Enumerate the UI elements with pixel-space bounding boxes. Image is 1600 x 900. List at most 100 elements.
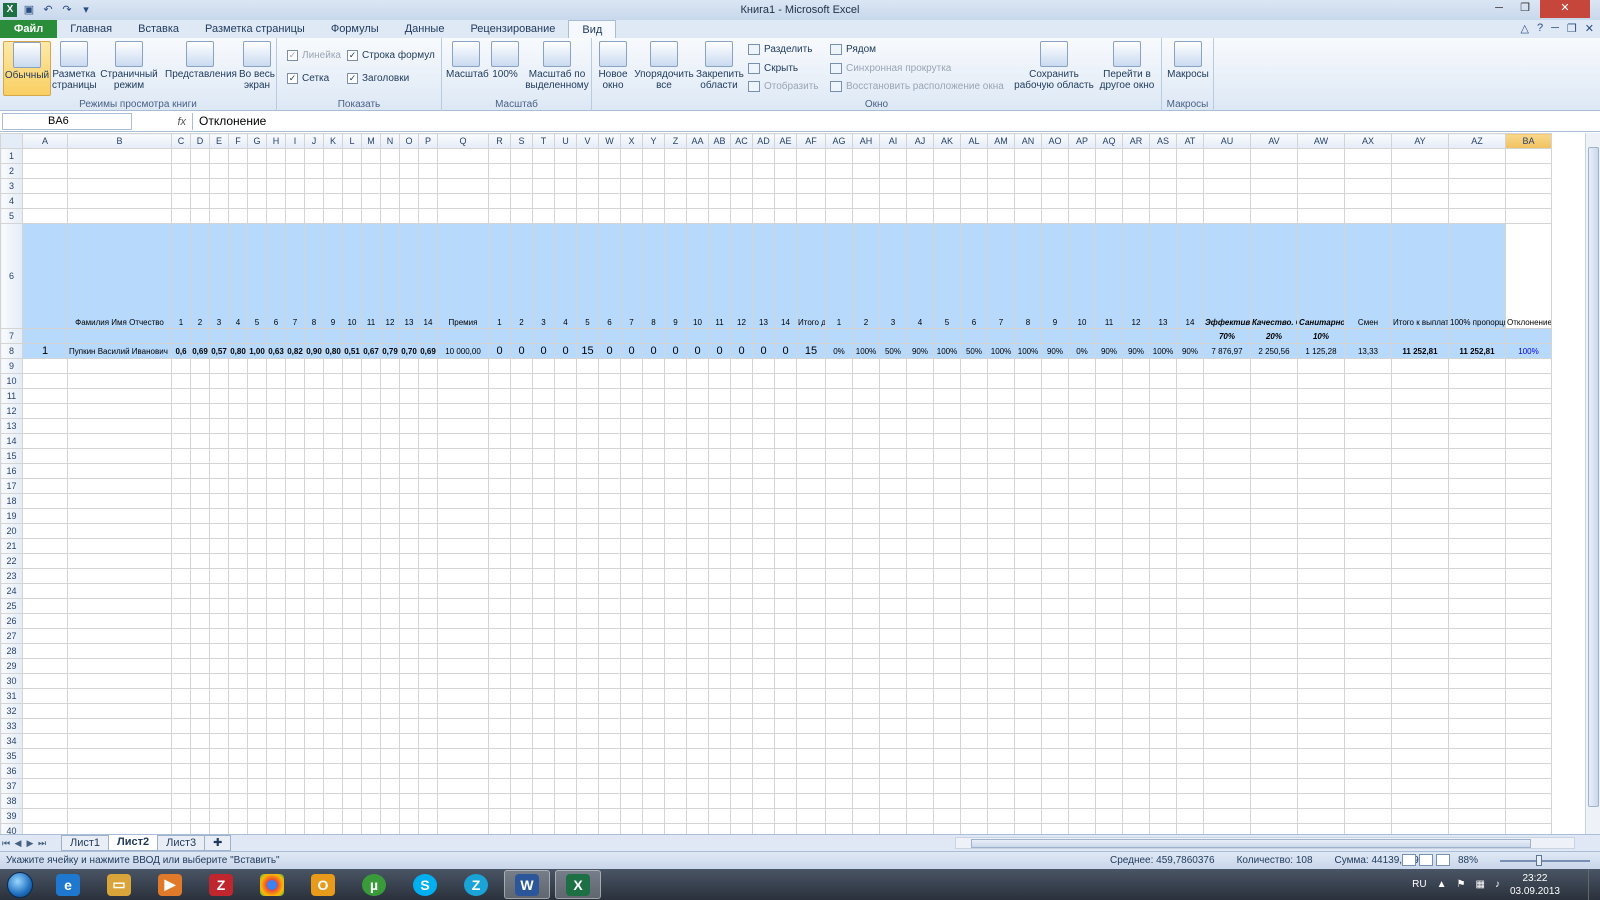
cell-AS4[interactable] <box>1149 193 1177 209</box>
cell-V5[interactable] <box>576 208 599 224</box>
cell-AH22[interactable] <box>852 553 880 569</box>
cell-S25[interactable] <box>510 598 533 614</box>
cell-AK28[interactable] <box>933 643 961 659</box>
cell-AM5[interactable] <box>987 208 1015 224</box>
cell-Z7[interactable] <box>664 328 687 344</box>
cell-AY13[interactable] <box>1391 418 1449 434</box>
cell-W22[interactable] <box>598 553 621 569</box>
cell-H25[interactable] <box>266 598 286 614</box>
cell-AE27[interactable] <box>774 628 797 644</box>
cell-AG7[interactable] <box>825 328 853 344</box>
cell-W21[interactable] <box>598 538 621 554</box>
cell-H13[interactable] <box>266 418 286 434</box>
cell-AH38[interactable] <box>852 793 880 809</box>
cell-Y21[interactable] <box>642 538 665 554</box>
cell-E7[interactable] <box>209 328 229 344</box>
cell-AL12[interactable] <box>960 403 988 419</box>
row-header[interactable]: 40 <box>0 823 23 834</box>
cell-N19[interactable] <box>380 508 400 524</box>
cell-AO16[interactable] <box>1041 463 1069 479</box>
cell-AV6[interactable]: Качество. Отсутствие брака <box>1250 223 1298 329</box>
cell-U22[interactable] <box>554 553 577 569</box>
cell-E6[interactable]: 3 <box>209 223 229 329</box>
cell-AL8[interactable]: 50% <box>960 343 988 359</box>
column-header[interactable]: S <box>510 133 533 149</box>
cell-AS36[interactable] <box>1149 763 1177 779</box>
cell-X16[interactable] <box>620 463 643 479</box>
row-header[interactable]: 17 <box>0 478 23 494</box>
cell-R33[interactable] <box>488 718 511 734</box>
cell-L5[interactable] <box>342 208 362 224</box>
cell-P37[interactable] <box>418 778 438 794</box>
taskbar-ie[interactable]: e <box>45 870 91 899</box>
cell-A38[interactable] <box>22 793 68 809</box>
cell-S19[interactable] <box>510 508 533 524</box>
cell-AG26[interactable] <box>825 613 853 629</box>
cell-AM27[interactable] <box>987 628 1015 644</box>
cell-L2[interactable] <box>342 163 362 179</box>
cell-S23[interactable] <box>510 568 533 584</box>
cell-C15[interactable] <box>171 448 191 464</box>
cell-B1[interactable] <box>67 148 172 164</box>
cell-AF5[interactable] <box>796 208 826 224</box>
cell-AO37[interactable] <box>1041 778 1069 794</box>
cell-AZ15[interactable] <box>1448 448 1506 464</box>
cell-D2[interactable] <box>190 163 210 179</box>
cell-AJ27[interactable] <box>906 628 934 644</box>
cell-W31[interactable] <box>598 688 621 704</box>
cell-AV27[interactable] <box>1250 628 1298 644</box>
cell-AV5[interactable] <box>1250 208 1298 224</box>
cell-U33[interactable] <box>554 718 577 734</box>
arrange-all-button[interactable]: Упорядочить все <box>634 41 694 91</box>
cell-N12[interactable] <box>380 403 400 419</box>
cell-BA20[interactable] <box>1505 523 1552 539</box>
cell-AN27[interactable] <box>1014 628 1042 644</box>
cell-AE3[interactable] <box>774 178 797 194</box>
cell-AL22[interactable] <box>960 553 988 569</box>
cell-E14[interactable] <box>209 433 229 449</box>
cell-AC24[interactable] <box>730 583 753 599</box>
cell-AA37[interactable] <box>686 778 709 794</box>
column-header[interactable]: D <box>190 133 210 149</box>
cell-M34[interactable] <box>361 733 381 749</box>
cell-N34[interactable] <box>380 733 400 749</box>
cell-AN9[interactable] <box>1014 358 1042 374</box>
cell-I23[interactable] <box>285 568 305 584</box>
cell-M21[interactable] <box>361 538 381 554</box>
cell-AE26[interactable] <box>774 613 797 629</box>
cell-AZ39[interactable] <box>1448 808 1506 824</box>
cell-AN13[interactable] <box>1014 418 1042 434</box>
cell-R23[interactable] <box>488 568 511 584</box>
cell-M6[interactable]: 11 <box>361 223 381 329</box>
cell-AY30[interactable] <box>1391 673 1449 689</box>
cell-T33[interactable] <box>532 718 555 734</box>
cell-R22[interactable] <box>488 553 511 569</box>
cell-BA13[interactable] <box>1505 418 1552 434</box>
cell-E23[interactable] <box>209 568 229 584</box>
cell-AN4[interactable] <box>1014 193 1042 209</box>
cell-U12[interactable] <box>554 403 577 419</box>
cell-X5[interactable] <box>620 208 643 224</box>
cell-X20[interactable] <box>620 523 643 539</box>
cell-AE7[interactable] <box>774 328 797 344</box>
cell-V28[interactable] <box>576 643 599 659</box>
cell-I29[interactable] <box>285 658 305 674</box>
cell-AQ35[interactable] <box>1095 748 1123 764</box>
cell-AJ39[interactable] <box>906 808 934 824</box>
cell-AT23[interactable] <box>1176 568 1204 584</box>
cell-Y11[interactable] <box>642 388 665 404</box>
cell-A31[interactable] <box>22 688 68 704</box>
cell-N33[interactable] <box>380 718 400 734</box>
cell-J32[interactable] <box>304 703 324 719</box>
cell-R37[interactable] <box>488 778 511 794</box>
cell-V30[interactable] <box>576 673 599 689</box>
cell-F11[interactable] <box>228 388 248 404</box>
cell-AX1[interactable] <box>1344 148 1392 164</box>
cell-BA5[interactable] <box>1505 208 1552 224</box>
cell-E17[interactable] <box>209 478 229 494</box>
cell-AX21[interactable] <box>1344 538 1392 554</box>
cell-AF2[interactable] <box>796 163 826 179</box>
cell-AW11[interactable] <box>1297 388 1345 404</box>
row-header[interactable]: 13 <box>0 418 23 434</box>
cell-AB18[interactable] <box>708 493 731 509</box>
